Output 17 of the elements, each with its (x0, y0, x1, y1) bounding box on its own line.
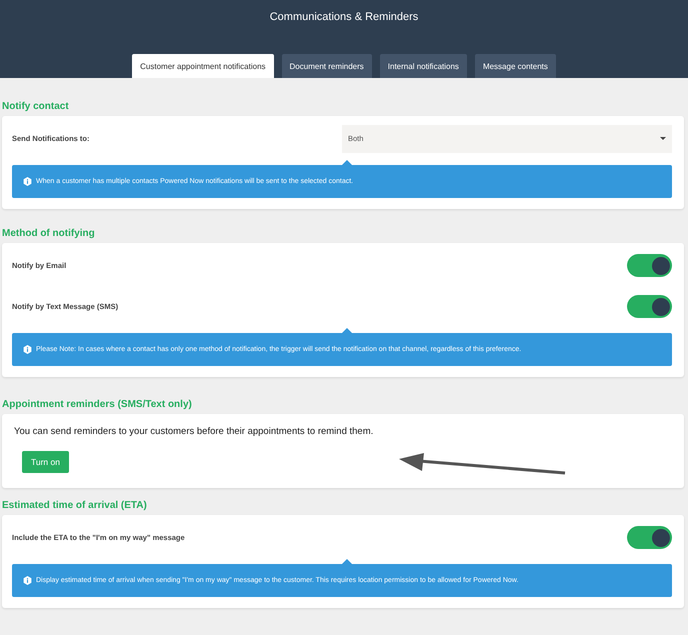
section-heading: Appointment reminders (SMS/Text only) (2, 398, 193, 412)
section-heading: Notify contact (2, 100, 70, 114)
tab[interactable]: Message contents (474, 54, 556, 78)
info-icon (23, 576, 32, 585)
page-title: Communications & Reminders (270, 11, 418, 23)
caret-icon (660, 137, 666, 140)
info-icon (23, 345, 32, 354)
toggle-switch[interactable] (627, 526, 672, 549)
section-heading: Estimated time of arrival (ETA) (2, 499, 148, 513)
section-heading: Method of notifying (2, 227, 96, 241)
info-icon (23, 177, 32, 186)
tab[interactable]: Customer appointment notifications (132, 54, 274, 78)
tab[interactable]: Document reminders (282, 54, 372, 78)
description-text: You can send reminders to your customers before their appointments to remind them. (14, 426, 374, 437)
toggle-switch[interactable] (627, 295, 672, 318)
toggle-switch[interactable] (627, 254, 672, 277)
tab[interactable]: Internal notifications (380, 54, 467, 78)
